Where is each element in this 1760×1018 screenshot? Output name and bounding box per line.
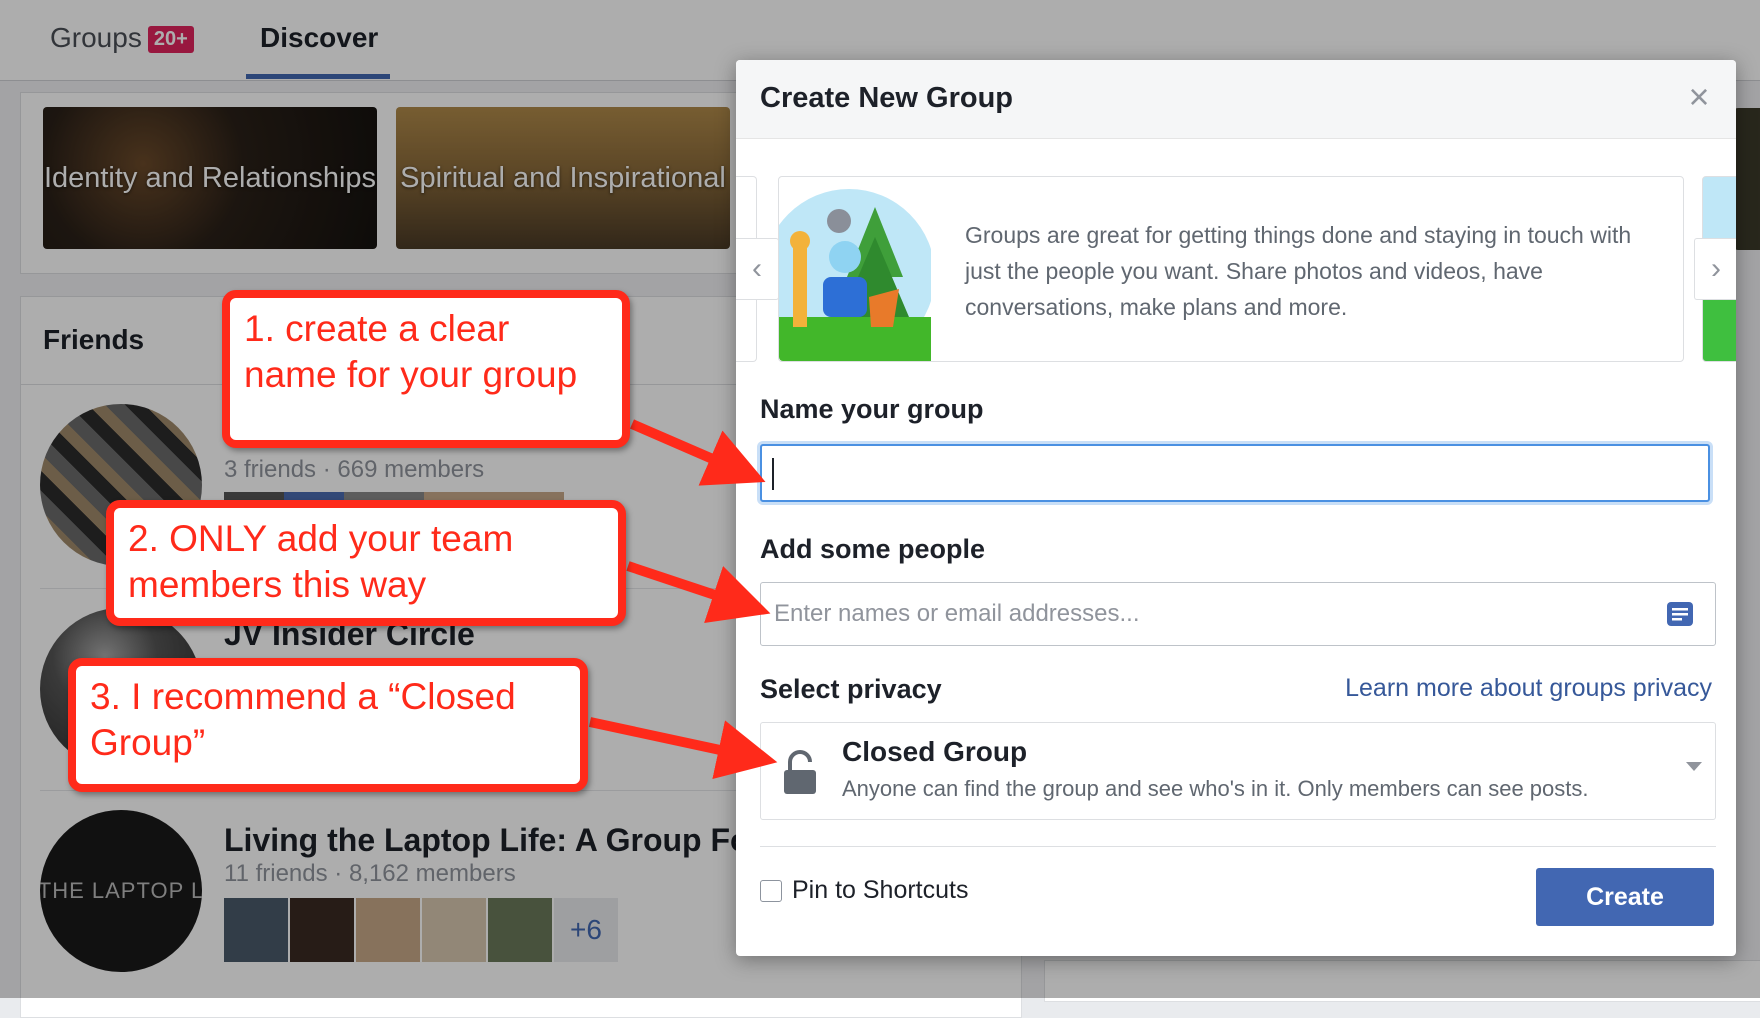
annotation-arrow <box>630 419 766 486</box>
annotation-arrows <box>588 419 778 780</box>
annotation-callout: 2. ONLY add your team members this way <box>106 500 626 626</box>
annotation-arrow <box>626 561 771 623</box>
annotation-callout: 1. create a clear name for your group <box>222 290 630 448</box>
annotation-callout: 3. I recommend a “Closed Group” <box>68 658 588 792</box>
annotation-arrow <box>588 717 778 780</box>
